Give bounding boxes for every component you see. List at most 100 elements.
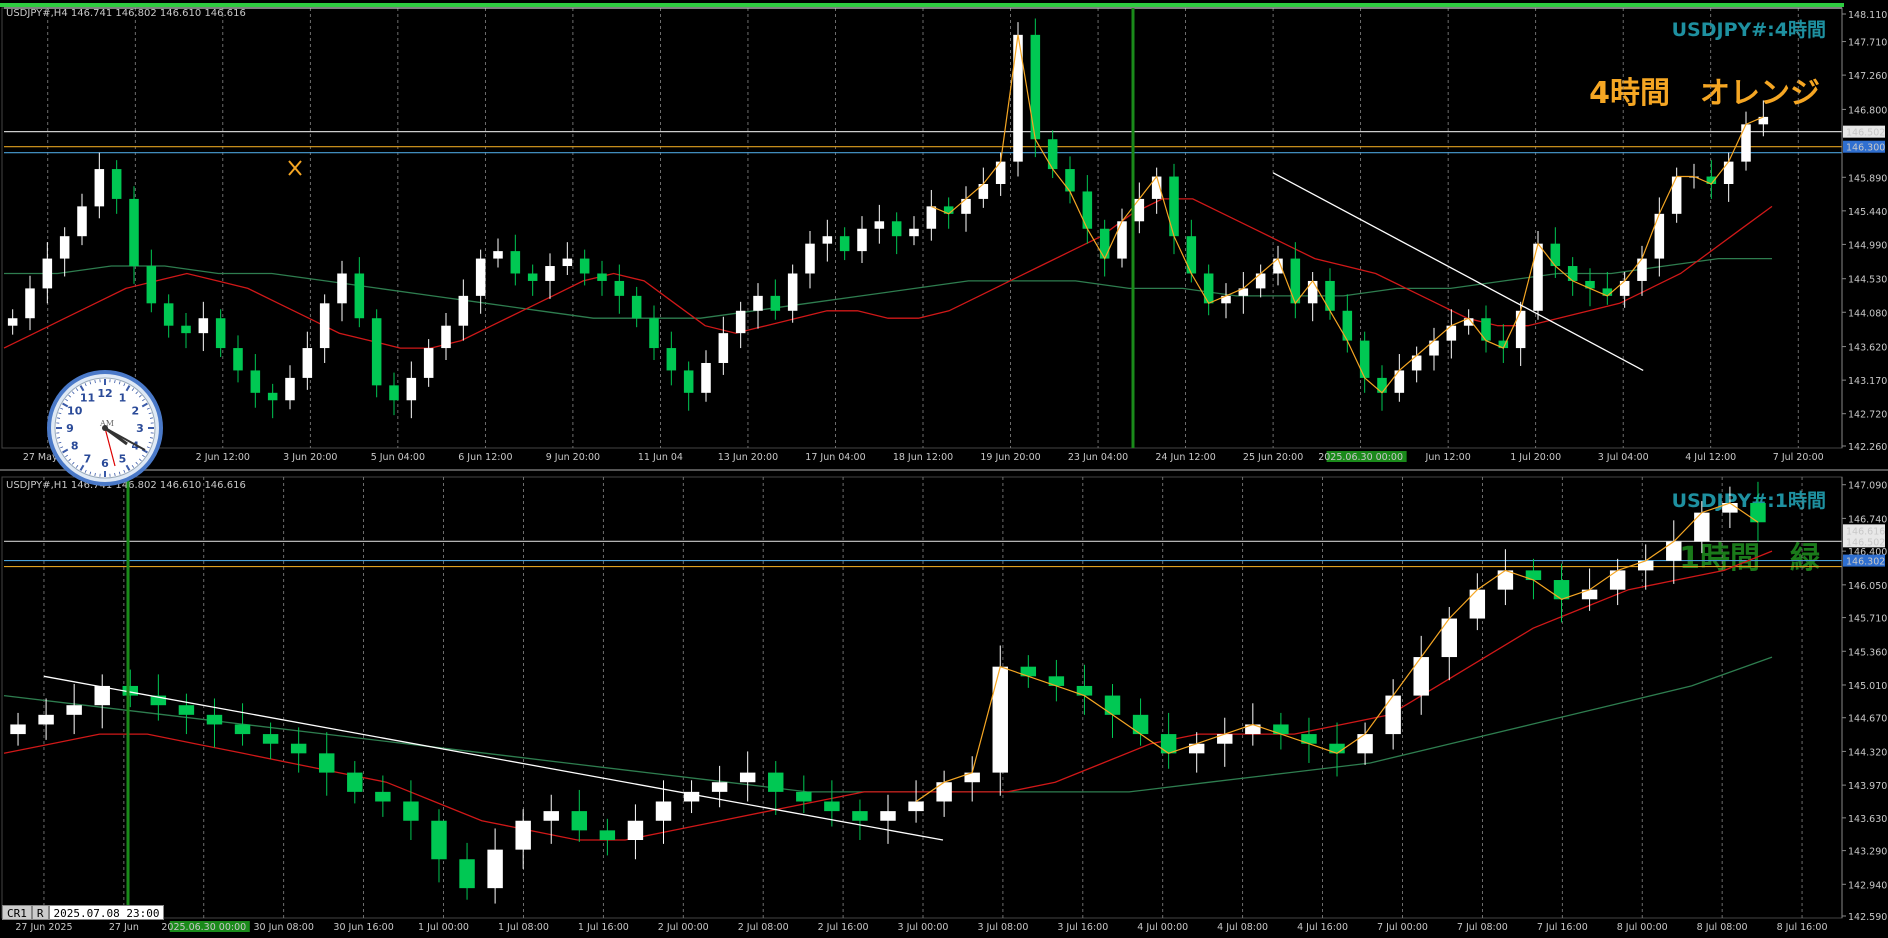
- top-candle-body: [1169, 176, 1179, 237]
- top-x-tick-label: 17 Jun 04:00: [805, 452, 865, 463]
- clock-number: 6: [101, 457, 109, 470]
- top-candle-body: [614, 280, 625, 296]
- bot-candle-body: [38, 714, 54, 725]
- top-candle-body: [441, 325, 451, 349]
- clock-center: [102, 425, 108, 431]
- top-candle-body: [423, 348, 434, 378]
- bot-candle-body: [739, 772, 756, 783]
- top-candle-body: [1325, 280, 1335, 311]
- time-input[interactable]: 2025.07.08 23:00: [48, 905, 165, 920]
- top-x-tick-label: 24 Jun 12:00: [1155, 452, 1215, 463]
- bot-candle-body: [319, 753, 335, 773]
- bot-y-tick-label: 147.090: [1848, 481, 1887, 492]
- bot-y-tick-label: 143.970: [1848, 781, 1887, 792]
- cr-button[interactable]: CR1: [2, 905, 32, 920]
- top-x-tick-label: 23 Jun 04:00: [1068, 452, 1128, 463]
- bot-candle-body: [1441, 618, 1457, 658]
- top-candle-body: [527, 273, 538, 281]
- top-y-tick-label: 145.890: [1848, 173, 1887, 184]
- bot-y-tick-label: 142.940: [1848, 880, 1887, 891]
- clock-number: 8: [71, 440, 79, 453]
- top-candle-body: [1030, 34, 1041, 140]
- top-price-label: 146.300: [1846, 143, 1885, 154]
- r-button[interactable]: R: [31, 905, 49, 920]
- time-input-bar[interactable]: CR1 R 2025.07.08 23:00: [2, 905, 165, 920]
- top-candle-body: [1082, 191, 1093, 229]
- bot-candle-body: [290, 743, 307, 754]
- top-x-tick-label: 4 Jul 12:00: [1685, 452, 1736, 463]
- top-y-tick-label: 142.260: [1848, 442, 1887, 453]
- bot-candle-body: [1469, 589, 1486, 619]
- top-y-tick-label: 144.990: [1848, 240, 1887, 251]
- clock-number: 12: [97, 387, 112, 400]
- bot-y-tick-label: 145.010: [1848, 681, 1887, 692]
- top-candle-body: [233, 348, 243, 371]
- top-candle-body: [597, 273, 607, 281]
- bot-y-tick-label: 144.670: [1848, 714, 1887, 725]
- bot-candle-body: [1385, 695, 1401, 735]
- top-candle-body: [562, 258, 573, 267]
- top-candle-body: [909, 228, 919, 237]
- bot-x-tick-label: 4 Jul 08:00: [1217, 922, 1268, 933]
- clock-number: 7: [84, 452, 92, 465]
- top-candle-body: [250, 370, 261, 393]
- bot-x-tick-label: 2 Jul 16:00: [818, 922, 869, 933]
- h4-header-text: USDJPY#,H4 146.741 146.802 146.610 146.6…: [6, 8, 246, 19]
- bot-candle-body: [1666, 541, 1682, 561]
- clock-number: 2: [131, 405, 139, 418]
- top-y-tick-label: 146.800: [1848, 105, 1887, 116]
- bot-candle-body: [459, 859, 475, 889]
- top-candle-body: [805, 243, 815, 274]
- top-x-tick-label: 11 Jun 04: [638, 452, 683, 463]
- top-candle-body: [926, 206, 937, 229]
- bot-candle-body: [403, 801, 419, 821]
- top-candle-body: [111, 169, 122, 199]
- bot-candle-body: [655, 801, 672, 821]
- h4-overlay-note: 4時間 オレンジ: [1589, 76, 1820, 111]
- bot-x-tick-label: 1 Jul 08:00: [498, 922, 549, 933]
- top-candle-body: [475, 258, 486, 296]
- h1-overlay-title: USDJPY#:1時間: [1672, 490, 1826, 512]
- top-candle-body: [319, 303, 330, 349]
- top-candle-body: [302, 348, 313, 378]
- bot-candle-body: [1694, 512, 1710, 542]
- top-candle-body: [77, 206, 87, 237]
- top-candle-body: [493, 251, 503, 259]
- bot-x-tick-label: 2025.06.30 00:00: [161, 922, 246, 933]
- top-candle-body: [822, 236, 833, 244]
- chart-root: USDJPY#,H4 146.741 146.802 146.610 146.6…: [0, 0, 1888, 938]
- bot-y-tick-label: 143.290: [1848, 847, 1887, 858]
- top-x-tick-label: 19 Jun 20:00: [980, 452, 1040, 463]
- top-candle-body: [753, 295, 763, 311]
- bot-candle-body: [796, 791, 812, 802]
- bot-candle-body: [1609, 570, 1626, 590]
- top-candle-body: [129, 198, 139, 267]
- bot-candle-body: [1132, 714, 1149, 735]
- top-x-tick-label: 3 Jun 20:00: [283, 452, 337, 463]
- bot-x-tick-label: 7 Jul 16:00: [1537, 922, 1588, 933]
- bot-candle-body: [880, 811, 896, 821]
- top-candle-body: [1533, 243, 1543, 311]
- top-candle-body: [1359, 340, 1370, 378]
- top-candle-body: [701, 362, 711, 393]
- top-candle-body: [666, 348, 677, 371]
- bot-x-tick-label: 3 Jul 16:00: [1057, 922, 1108, 933]
- top-y-tick-label: 147.260: [1848, 71, 1887, 82]
- bot-candle-body: [599, 830, 616, 841]
- top-y-tick-label: 144.530: [1848, 275, 1887, 286]
- bot-x-tick-label: 3 Jul 08:00: [977, 922, 1028, 933]
- bot-candle-body: [66, 705, 82, 715]
- bot-candle-body: [234, 724, 251, 735]
- top-candle-body: [1117, 221, 1127, 259]
- top-candle-body: [42, 258, 53, 289]
- analog-clock-widget[interactable]: 12 1234567891011 AM: [47, 370, 163, 486]
- top-candle-body: [1671, 176, 1682, 214]
- bot-x-tick-label: 7 Jul 00:00: [1377, 922, 1428, 933]
- clock-number: 5: [119, 452, 127, 465]
- bot-candle-body: [571, 811, 588, 831]
- top-candle-body: [857, 228, 867, 252]
- h1-time-axis: 27 Jun 2025 27 Jun 2025.06.30 00:00 30 Jun …: [15, 921, 1828, 933]
- top-x-tick-label: 3 Jul 04:00: [1598, 452, 1649, 463]
- bot-candle-body: [711, 782, 728, 792]
- top-candle-body: [59, 236, 70, 259]
